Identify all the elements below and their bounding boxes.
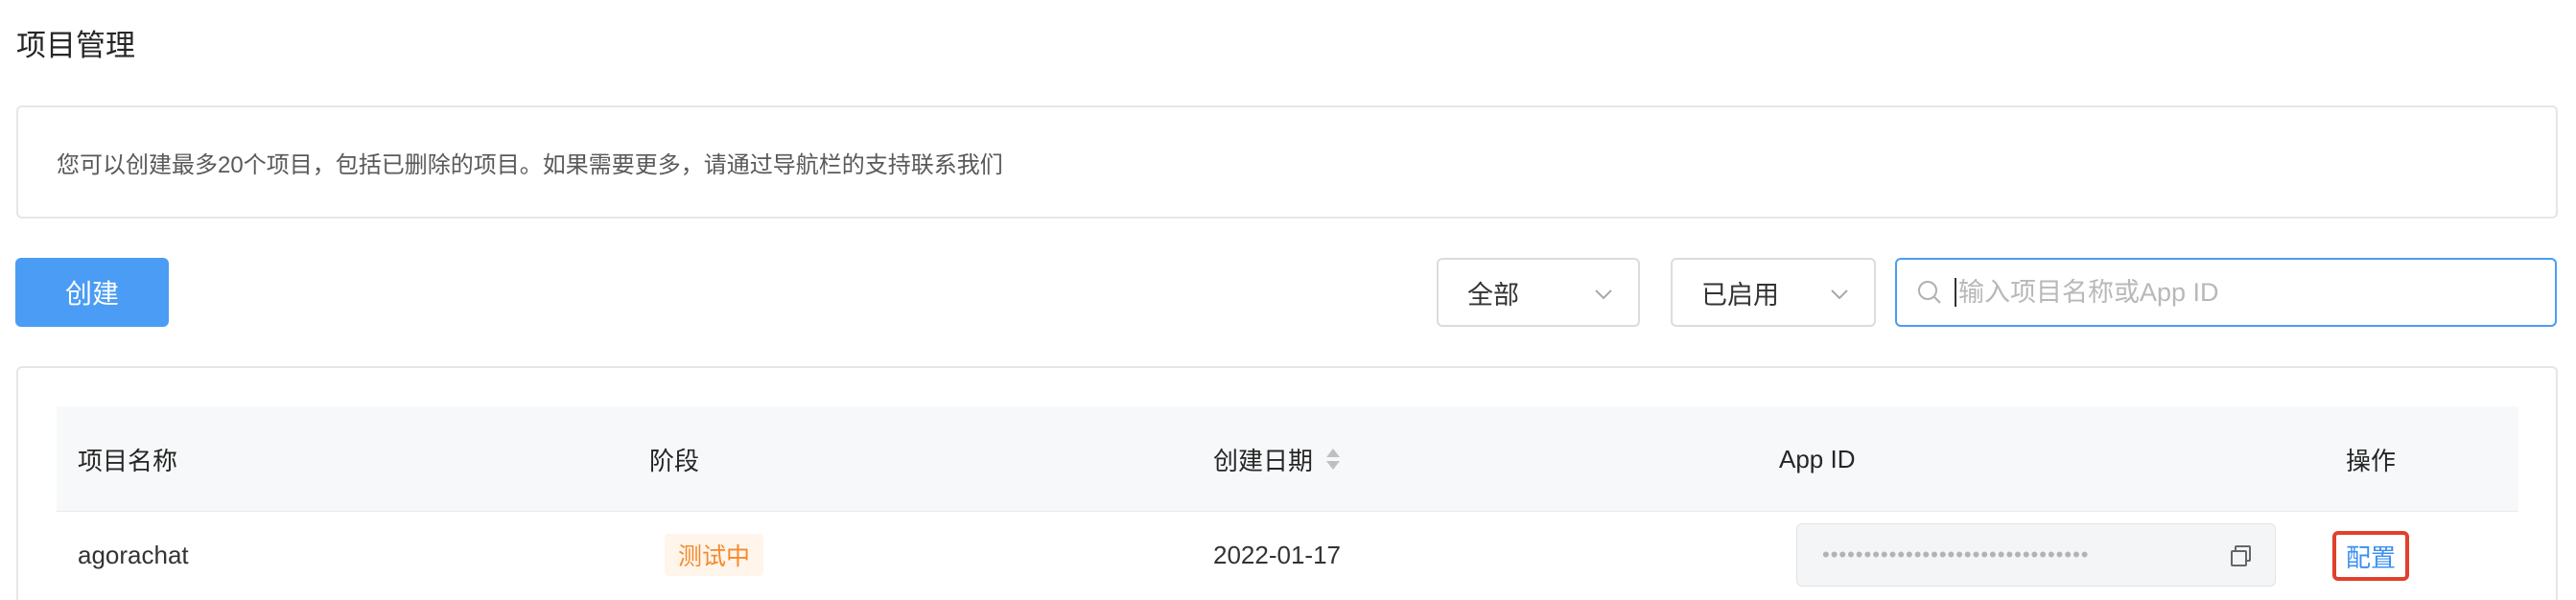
- app-id-field: ••••••••••••••••••••••••••••••••: [1796, 523, 2276, 587]
- column-header-appid: App ID: [1779, 444, 1856, 473]
- info-notice: 您可以创建最多20个项目，包括已删除的项目。如果需要更多，请通过导航栏的支持联系…: [16, 105, 2558, 219]
- column-header-name: 项目名称: [78, 446, 178, 475]
- sort-icon[interactable]: [1324, 446, 1342, 473]
- projects-table: 项目名称 阶段 创建日期 App ID 操作 agorachat 测试中 202…: [16, 366, 2558, 600]
- chevron-down-icon: [1595, 289, 1612, 300]
- column-header-created-label: 创建日期: [1213, 446, 1314, 475]
- column-header-created[interactable]: 创建日期: [1213, 406, 1342, 512]
- table-row: agorachat 测试中 2022-01-17 •••••••••••••••…: [57, 512, 2518, 600]
- app-id-masked: ••••••••••••••••••••••••••••••••: [1822, 542, 2090, 566]
- page-title: 项目管理: [16, 29, 135, 62]
- column-header-stage: 阶段: [649, 446, 700, 475]
- stage-cell: 测试中: [665, 512, 764, 598]
- stage-filter-select[interactable]: 全部: [1437, 258, 1640, 327]
- copy-icon[interactable]: [2229, 543, 2254, 568]
- created-date: 2022-01-17: [1213, 540, 1341, 569]
- configure-link[interactable]: 配置: [2332, 531, 2409, 581]
- table-header: 项目名称 阶段 创建日期 App ID 操作: [57, 406, 2518, 512]
- stage-badge: 测试中: [665, 534, 764, 576]
- create-button[interactable]: 创建: [15, 258, 169, 327]
- search-box[interactable]: [1895, 258, 2557, 327]
- search-icon: [1918, 281, 1941, 304]
- project-name: agorachat: [78, 540, 189, 569]
- search-input[interactable]: [1958, 277, 2534, 308]
- chevron-down-icon: [1831, 289, 1848, 300]
- status-filter-select[interactable]: 已启用: [1671, 258, 1876, 327]
- stage-filter-value: 全部: [1467, 280, 1519, 310]
- column-header-actions: 操作: [2346, 446, 2397, 475]
- notice-text: 您可以创建最多20个项目，包括已删除的项目。如果需要更多，请通过导航栏的支持联系…: [57, 151, 1003, 178]
- text-cursor: [1955, 278, 1956, 307]
- status-filter-value: 已启用: [1701, 280, 1779, 310]
